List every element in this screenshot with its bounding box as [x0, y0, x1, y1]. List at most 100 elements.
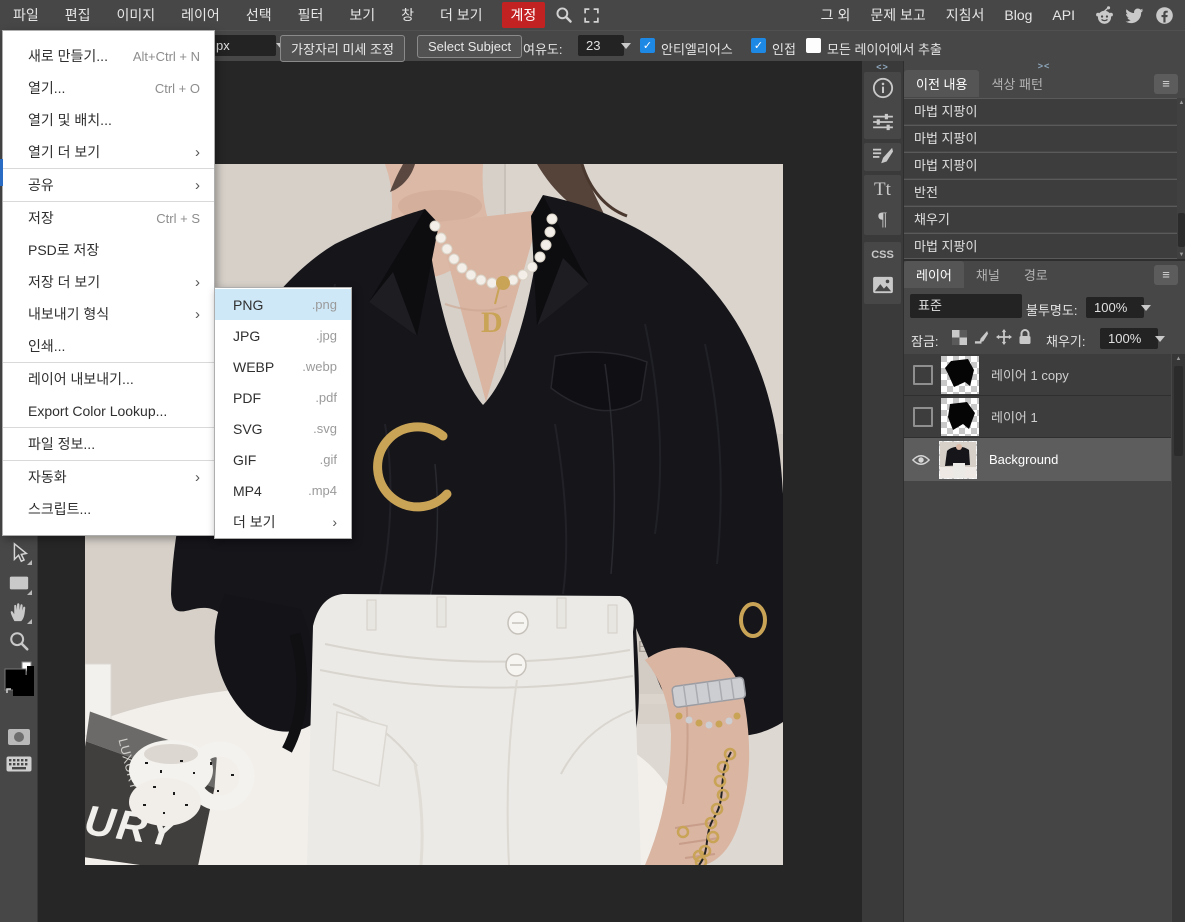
- layer-thumbnail[interactable]: [939, 440, 977, 479]
- menu-item-open[interactable]: 열기... Ctrl + O: [3, 72, 214, 104]
- lock-pixels-icon[interactable]: [974, 330, 989, 345]
- layer-name[interactable]: Background: [989, 452, 1058, 467]
- submenu-item-svg[interactable]: SVG .svg: [215, 413, 351, 444]
- lock-transparency-icon[interactable]: [952, 330, 967, 345]
- scroll-up-icon[interactable]: ▲: [1177, 100, 1185, 106]
- submenu-item-gif[interactable]: GIF .gif: [215, 444, 351, 475]
- quick-mask-tool[interactable]: [3, 723, 34, 751]
- link-manual[interactable]: 지침서: [936, 0, 995, 30]
- visibility-checkbox[interactable]: [913, 406, 933, 427]
- menu-more[interactable]: 더 보기: [427, 0, 496, 30]
- layers-panel-menu-icon[interactable]: ≡: [1154, 265, 1178, 285]
- feather-unit-select[interactable]: px: [208, 35, 276, 56]
- rectangle-tool[interactable]: [3, 569, 34, 597]
- contiguous-checkbox[interactable]: ✓: [751, 38, 766, 53]
- history-scrollbar[interactable]: ▲ ▼: [1177, 98, 1185, 260]
- submenu-item-mp4[interactable]: MP4 .mp4: [215, 475, 351, 506]
- visibility-checkbox[interactable]: [913, 364, 933, 385]
- submenu-item-webp[interactable]: WEBP .webp: [215, 351, 351, 382]
- lock-position-icon[interactable]: [996, 329, 1012, 345]
- tolerance-dropdown-icon[interactable]: [621, 43, 631, 49]
- layer-row-background[interactable]: Background: [904, 438, 1171, 482]
- menu-view[interactable]: 보기: [336, 0, 388, 30]
- direct-select-tool[interactable]: [3, 539, 34, 567]
- link-api[interactable]: API: [1042, 0, 1085, 30]
- color-swatches[interactable]: [3, 660, 34, 698]
- tab-swatches[interactable]: 색상 패턴: [979, 70, 1054, 97]
- menu-image[interactable]: 이미지: [104, 0, 169, 30]
- facebook-icon[interactable]: [1154, 5, 1175, 26]
- submenu-item-png[interactable]: PNG .png: [215, 289, 351, 320]
- scrollbar-thumb[interactable]: [1178, 213, 1185, 247]
- menu-item-export-color-lookup[interactable]: Export Color Lookup...: [3, 395, 214, 427]
- layer-row-layer1[interactable]: 레이어 1: [904, 396, 1171, 438]
- menu-item-export-layers[interactable]: 레이어 내보내기...: [3, 363, 214, 395]
- submenu-item-more[interactable]: 더 보기 ›: [215, 506, 351, 537]
- antialias-checkbox[interactable]: ✓: [640, 38, 655, 53]
- submenu-item-jpg[interactable]: JPG .jpg: [215, 320, 351, 351]
- menu-item-save-more[interactable]: 저장 더 보기 ›: [3, 266, 214, 298]
- history-step[interactable]: 마법 지팡이: [904, 152, 1177, 178]
- layers-scrollbar[interactable]: ▲: [1172, 354, 1185, 922]
- hand-tool[interactable]: [3, 598, 34, 626]
- menu-file[interactable]: 파일: [0, 0, 52, 30]
- menu-item-automate[interactable]: 자동화 ›: [3, 461, 214, 493]
- history-step[interactable]: 마법 지팡이: [904, 98, 1177, 124]
- tab-history[interactable]: 이전 내용: [904, 70, 980, 97]
- info-icon[interactable]: [872, 77, 894, 102]
- visibility-eye-icon[interactable]: [911, 454, 931, 466]
- tab-channels[interactable]: 채널: [964, 261, 1012, 288]
- fullscreen-icon[interactable]: [583, 7, 600, 24]
- fill-dropdown-icon[interactable]: [1155, 336, 1165, 342]
- twitter-icon[interactable]: [1124, 5, 1145, 26]
- menu-item-file-info[interactable]: 파일 정보...: [3, 428, 214, 460]
- menu-item-new[interactable]: 새로 만들기... Alt+Ctrl + N: [3, 40, 214, 72]
- image-panel-icon[interactable]: [872, 276, 894, 297]
- css-panel-icon[interactable]: CSS: [871, 249, 894, 261]
- blend-mode-select[interactable]: 표준: [910, 294, 1022, 544]
- select-subject-button[interactable]: Select Subject: [417, 35, 523, 58]
- adjustments-icon[interactable]: [872, 113, 894, 134]
- keyboard-shortcuts-tool[interactable]: [3, 750, 34, 778]
- tab-paths[interactable]: 경로: [1012, 261, 1060, 288]
- layer-row-layer1copy[interactable]: 레이어 1 copy: [904, 354, 1171, 396]
- search-icon[interactable]: [555, 6, 573, 24]
- menu-item-save-as-psd[interactable]: PSD로 저장: [3, 234, 214, 266]
- sample-all-layers-checkbox[interactable]: [806, 38, 821, 53]
- layer-name[interactable]: 레이어 1 copy: [991, 365, 1069, 384]
- refine-edge-button[interactable]: 가장자리 미세 조정: [280, 35, 405, 62]
- scroll-up-icon[interactable]: ▲: [1172, 356, 1185, 362]
- menu-filter[interactable]: 필터: [285, 0, 337, 30]
- history-step[interactable]: 마법 지팡이: [904, 233, 1177, 259]
- layer-name[interactable]: 레이어 1: [991, 407, 1038, 426]
- menu-item-open-more[interactable]: 열기 더 보기 ›: [3, 136, 214, 168]
- scrollbar-thumb[interactable]: [1174, 366, 1183, 456]
- history-step[interactable]: 채우기: [904, 206, 1177, 232]
- opacity-input[interactable]: 100%: [1086, 297, 1144, 318]
- tab-layers[interactable]: 레이어: [904, 261, 964, 288]
- link-other[interactable]: 그 외: [811, 0, 861, 30]
- submenu-item-pdf[interactable]: PDF .pdf: [215, 382, 351, 413]
- link-blog[interactable]: Blog: [994, 0, 1042, 30]
- scroll-down-icon[interactable]: ▼: [1177, 252, 1185, 258]
- link-report[interactable]: 문제 보고: [860, 0, 935, 30]
- tolerance-input[interactable]: 23: [578, 35, 624, 56]
- menu-layer[interactable]: 레이어: [168, 0, 233, 30]
- history-step[interactable]: 마법 지팡이: [904, 125, 1177, 151]
- menu-item-print[interactable]: 인쇄...: [3, 330, 214, 362]
- history-step[interactable]: 반전: [904, 179, 1177, 205]
- account-button[interactable]: 계정: [501, 2, 546, 28]
- menu-window[interactable]: 창: [388, 0, 427, 30]
- history-panel-menu-icon[interactable]: ≡: [1154, 74, 1178, 94]
- menu-item-save[interactable]: 저장 Ctrl + S: [3, 202, 214, 234]
- collapse-sidebar-icon[interactable]: <>: [862, 62, 903, 72]
- fill-input[interactable]: 100%: [1100, 328, 1158, 349]
- reddit-icon[interactable]: [1094, 5, 1115, 26]
- layer-thumbnail[interactable]: [941, 397, 979, 436]
- layer-thumbnail[interactable]: [941, 355, 979, 394]
- brush-settings-icon[interactable]: [872, 146, 894, 169]
- menu-item-share[interactable]: 공유 ›: [3, 169, 214, 201]
- menu-item-script[interactable]: 스크립트...: [3, 493, 214, 525]
- menu-item-open-and-place[interactable]: 열기 및 배치...: [3, 104, 214, 136]
- menu-select[interactable]: 선택: [233, 0, 285, 30]
